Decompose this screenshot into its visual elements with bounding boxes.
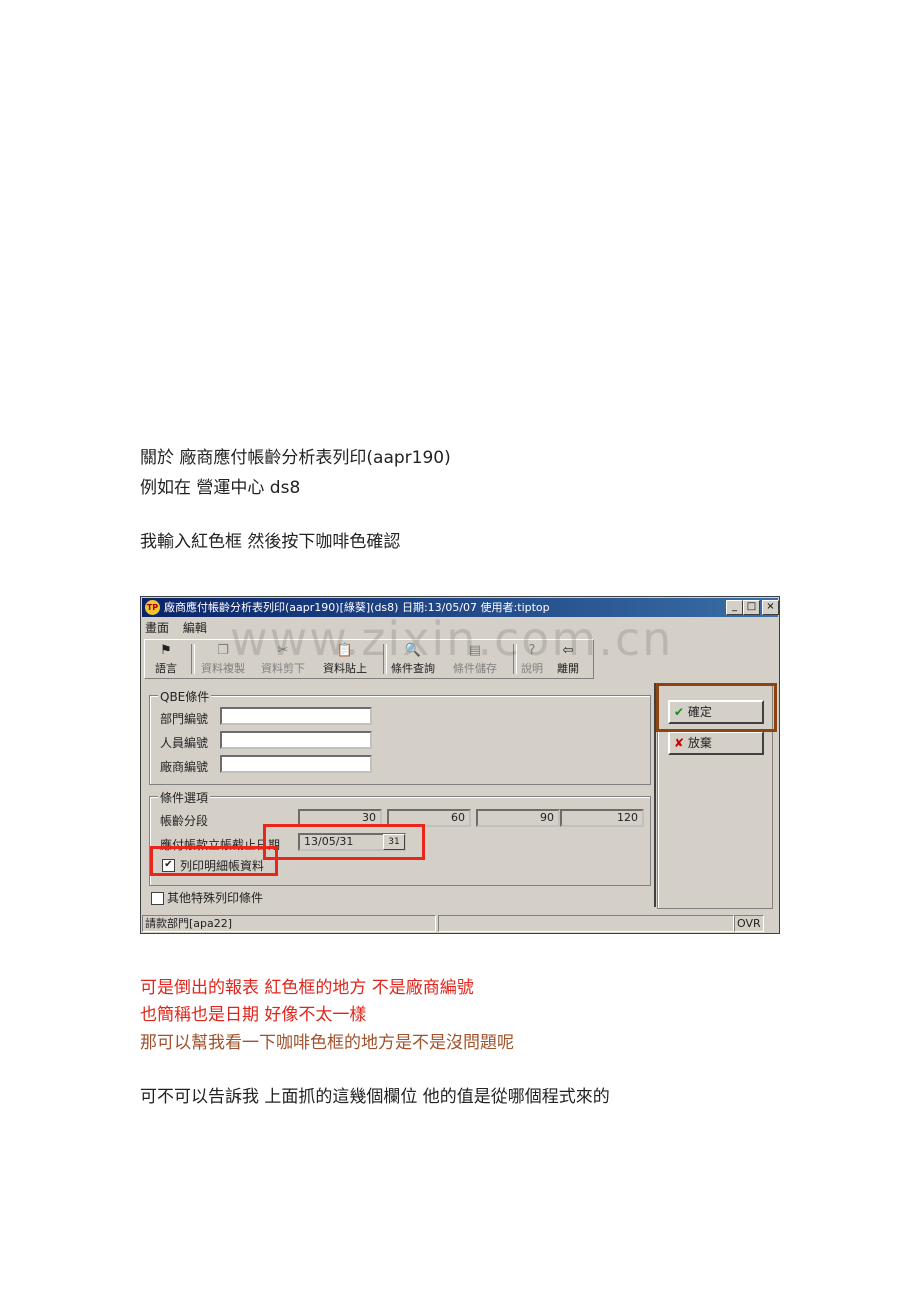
- cancel-button[interactable]: ✘ 放棄: [668, 731, 764, 755]
- text-line-5: 也簡稱也是日期 好像不太一樣: [140, 1005, 367, 1025]
- cross-icon: ✘: [674, 736, 685, 750]
- staff-input[interactable]: [220, 731, 372, 749]
- staff-label: 人員編號: [160, 736, 209, 750]
- aging-label: 帳齡分段: [160, 814, 209, 828]
- status-bar: 請款部門[apa22] OVR: [142, 914, 778, 932]
- red-highlight-checkbox: [150, 846, 278, 876]
- toolbar-language[interactable]: ⚑ 語言: [155, 642, 177, 676]
- vendor-input[interactable]: [220, 755, 372, 773]
- other-label: 其他特殊列印條件: [167, 891, 264, 905]
- qbe-legend: QBE條件: [158, 688, 212, 705]
- status-text: 請款部門[apa22]: [142, 915, 436, 932]
- text-line-6: 那可以幫我看一下咖啡色框的地方是不是沒問題呢: [140, 1033, 514, 1053]
- text-line-4: 可是倒出的報表 紅色框的地方 不是廠商編號: [140, 978, 474, 998]
- other-checkbox[interactable]: [151, 892, 164, 905]
- dept-input[interactable]: [220, 707, 372, 725]
- text-line-7: 可不可以告訴我 上面抓的這幾個欄位 他的值是從哪個程式來的: [140, 1087, 610, 1107]
- minimize-icon[interactable]: _: [726, 600, 743, 615]
- status-mode: OVR: [734, 915, 764, 932]
- app-icon: TP: [145, 600, 160, 615]
- red-highlight-date: [263, 824, 425, 860]
- aging-3-input[interactable]: 90: [476, 809, 560, 827]
- menu-bar: 畫面 編輯: [145, 619, 217, 636]
- options-legend: 條件選項: [158, 789, 211, 806]
- flag-icon: ⚑: [160, 643, 172, 658]
- status-blank: [438, 915, 734, 932]
- watermark: www.zixin.com.cn: [230, 612, 674, 666]
- dept-label: 部門編號: [160, 712, 209, 726]
- brown-highlight-ok: [656, 683, 777, 732]
- text-line-3: 我輸入紅色框 然後按下咖啡色確認: [140, 532, 401, 552]
- menu-screen[interactable]: 畫面: [145, 621, 169, 635]
- maximize-icon[interactable]: □: [743, 600, 760, 615]
- vendor-label: 廠商編號: [160, 760, 209, 774]
- text-line-1: 關於 廠商應付帳齡分析表列印(aapr190): [140, 448, 451, 468]
- close-icon[interactable]: ×: [762, 600, 779, 615]
- qbe-group: QBE條件 部門編號 人員編號 廠商編號: [149, 688, 651, 785]
- menu-edit[interactable]: 編輯: [183, 621, 207, 635]
- aging-4-input[interactable]: 120: [560, 809, 644, 827]
- text-line-2: 例如在 營運中心 ds8: [140, 478, 301, 498]
